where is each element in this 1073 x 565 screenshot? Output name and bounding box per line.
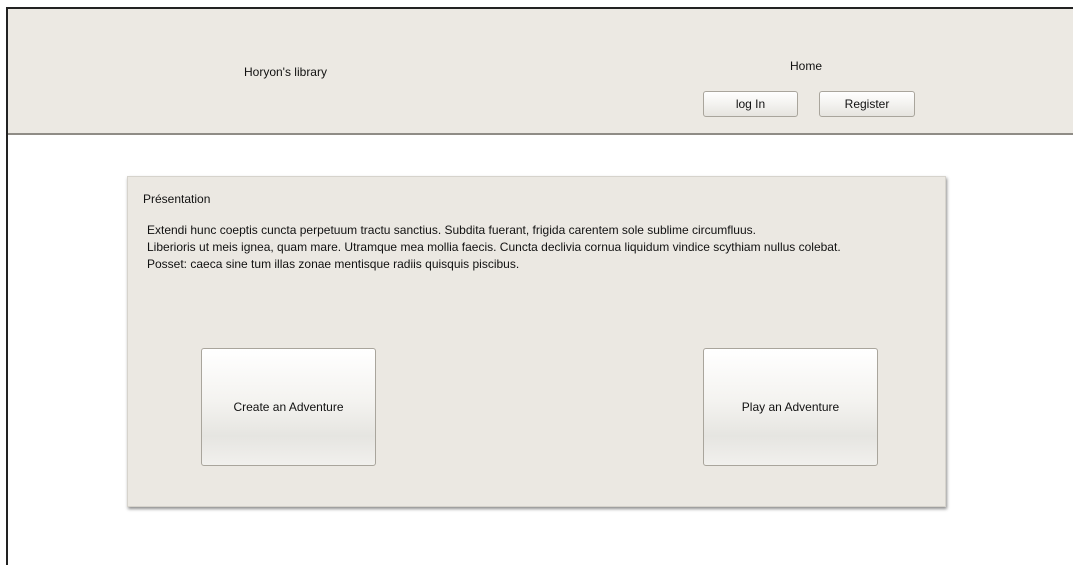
nav-home-link[interactable]: Home [790,59,822,73]
login-button[interactable]: log In [703,91,798,117]
presentation-text: Extendi hunc coeptis cuncta perpetuum tr… [147,222,841,273]
create-adventure-button[interactable]: Create an Adventure [201,348,376,466]
presentation-panel: Présentation Extendi hunc coeptis cuncta… [127,176,946,507]
presentation-line: Posset: caeca sine tum illas zonae menti… [147,257,520,271]
presentation-title: Présentation [143,192,211,206]
play-adventure-button[interactable]: Play an Adventure [703,348,878,466]
presentation-line: Liberioris ut meis ignea, quam mare. Utr… [147,240,841,254]
presentation-line: Extendi hunc coeptis cuncta perpetuum tr… [147,223,756,237]
header-bar: Horyon's library Home log In Register [8,9,1073,135]
register-button[interactable]: Register [819,91,915,117]
site-title: Horyon's library [244,65,327,79]
